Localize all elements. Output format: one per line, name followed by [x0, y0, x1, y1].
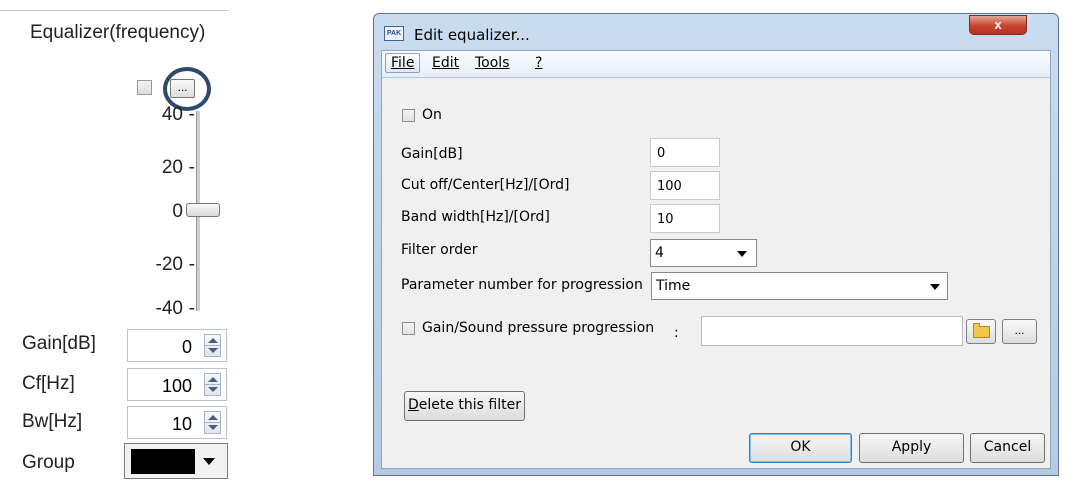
param-label: Parameter number for progression	[401, 277, 643, 293]
group-label: Group	[22, 452, 75, 473]
spin-arrows-icon[interactable]	[204, 373, 221, 396]
filter-order-select[interactable]: 4	[650, 239, 757, 267]
filter-order-label: Filter order	[401, 242, 478, 258]
bandwidth-input[interactable]: 10	[650, 204, 720, 233]
dialog-body: File Edit Tools ? On Gain[dB] 0 Cut off/…	[381, 50, 1051, 469]
cf-spinbox[interactable]: 100	[127, 368, 227, 401]
close-button[interactable]: x	[969, 15, 1027, 35]
cutoff-label: Cut off/Center[Hz]/[Ord]	[401, 177, 570, 193]
chevron-down-icon[interactable]	[737, 251, 747, 257]
gain-input[interactable]: 0	[650, 138, 720, 167]
cf-label: Cf[Hz]	[22, 373, 75, 394]
gain-label: Gain[dB]	[401, 146, 463, 162]
spin-arrows-icon[interactable]	[204, 411, 221, 434]
cutoff-input[interactable]: 100	[650, 171, 720, 200]
folder-icon	[973, 323, 990, 338]
chevron-down-icon[interactable]	[930, 284, 940, 290]
slider-tick: 0 -	[172, 201, 195, 222]
spin-arrows-icon[interactable]	[204, 334, 221, 357]
open-folder-button[interactable]	[966, 319, 996, 344]
menu-bar: File Edit Tools ?	[382, 51, 1050, 78]
progression-file-input[interactable]	[701, 316, 963, 346]
chevron-down-icon[interactable]	[203, 458, 215, 465]
bandwidth-label: Band width[Hz]/[Ord]	[401, 209, 550, 225]
bw-value[interactable]: 10	[172, 414, 192, 435]
equalizer-enable-checkbox[interactable]	[137, 80, 152, 95]
edit-equalizer-dialog: PAK Edit equalizer... x File Edit Tools …	[373, 13, 1059, 476]
on-label: On	[422, 107, 442, 123]
gain-spinbox[interactable]: 0	[127, 329, 227, 362]
bw-label: Bw[Hz]	[22, 411, 83, 432]
menu-file[interactable]: File	[385, 53, 421, 73]
slider-tick: 20 -	[161, 157, 195, 178]
menu-help[interactable]: ?	[535, 55, 542, 71]
ok-button[interactable]: OK	[749, 433, 852, 463]
filter-order-value[interactable]: 4	[655, 245, 664, 261]
progression-checkbox[interactable]	[402, 322, 415, 335]
menu-tools[interactable]: Tools	[475, 55, 510, 71]
slider-tick: 40 -	[161, 104, 195, 125]
on-checkbox[interactable]	[402, 109, 415, 122]
slider-tick: -40 -	[155, 298, 195, 319]
left-panel-divider	[0, 10, 228, 11]
param-select[interactable]: Time	[651, 272, 948, 300]
app-icon: PAK	[384, 26, 404, 41]
apply-button[interactable]: Apply	[859, 433, 964, 463]
progression-label: Gain/Sound pressure progression	[422, 320, 655, 336]
slider-tick: -20 -	[155, 254, 195, 275]
group-color-swatch	[131, 449, 195, 474]
bw-spinbox[interactable]: 10	[127, 406, 227, 439]
gain-label: Gain[dB]	[22, 333, 96, 354]
delete-filter-button[interactable]: Delete this filter	[404, 391, 525, 421]
panel-title: Equalizer(frequency)	[30, 22, 206, 43]
param-value[interactable]: Time	[656, 278, 690, 294]
gain-slider-thumb[interactable]	[186, 203, 220, 217]
cancel-button[interactable]: Cancel	[970, 433, 1045, 463]
menu-edit[interactable]: Edit	[432, 55, 459, 71]
group-color-dropdown[interactable]	[124, 443, 228, 479]
progression-colon: :	[674, 325, 679, 341]
gain-value[interactable]: 0	[182, 337, 192, 358]
cf-value[interactable]: 100	[162, 376, 192, 397]
browse-button[interactable]: ...	[1002, 319, 1037, 344]
dialog-title: Edit equalizer...	[414, 26, 530, 44]
